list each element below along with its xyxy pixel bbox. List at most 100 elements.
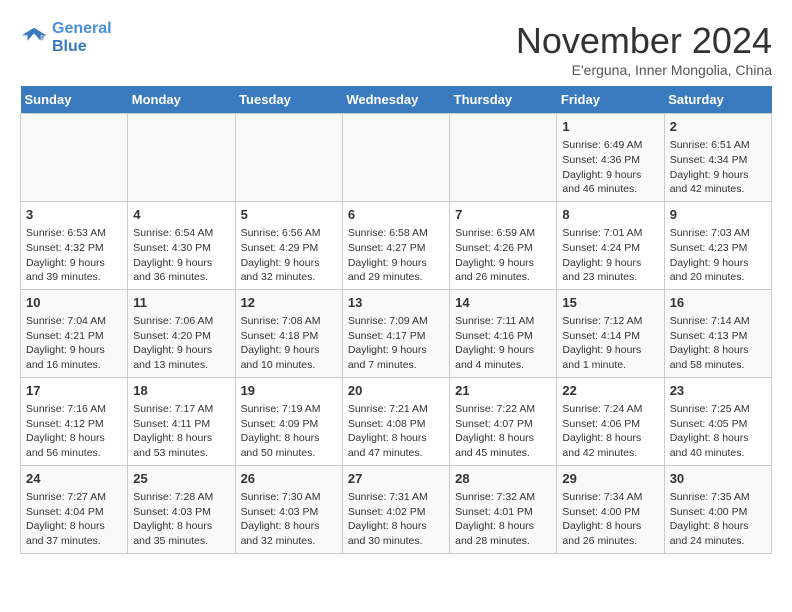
calendar-week-row: 24 Sunrise: 7:27 AM Sunset: 4:04 PM Dayli… [21, 465, 772, 553]
day-number: 27 [348, 470, 444, 488]
day-info: Sunrise: 6:56 AM Sunset: 4:29 PM Dayligh… [241, 226, 337, 285]
calendar-cell: 28 Sunrise: 7:32 AM Sunset: 4:01 PM Dayli… [450, 465, 557, 553]
calendar-cell: 10 Sunrise: 7:04 AM Sunset: 4:21 PM Dayli… [21, 289, 128, 377]
title-block: November 2024 E'erguna, Inner Mongolia, … [516, 20, 772, 78]
calendar-cell: 12 Sunrise: 7:08 AM Sunset: 4:18 PM Dayli… [235, 289, 342, 377]
calendar-cell: 13 Sunrise: 7:09 AM Sunset: 4:17 PM Dayli… [342, 289, 449, 377]
day-info: Sunrise: 6:59 AM Sunset: 4:26 PM Dayligh… [455, 226, 551, 285]
day-info: Sunrise: 6:53 AM Sunset: 4:32 PM Dayligh… [26, 226, 122, 285]
day-info: Sunrise: 7:24 AM Sunset: 4:06 PM Dayligh… [562, 402, 658, 461]
calendar-cell [128, 114, 235, 202]
calendar-week-row: 3 Sunrise: 6:53 AM Sunset: 4:32 PM Daylig… [21, 201, 772, 289]
day-info: Sunrise: 7:35 AM Sunset: 4:00 PM Dayligh… [670, 490, 766, 549]
calendar-cell: 25 Sunrise: 7:28 AM Sunset: 4:03 PM Dayli… [128, 465, 235, 553]
calendar-cell [342, 114, 449, 202]
calendar-cell: 9Sunrise: 7:03 AM Sunset: 4:23 PM Daylig… [664, 201, 771, 289]
day-info: Sunrise: 7:27 AM Sunset: 4:04 PM Dayligh… [26, 490, 122, 549]
column-header-thursday: Thursday [450, 86, 557, 114]
day-number: 23 [670, 382, 766, 400]
day-number: 10 [26, 294, 122, 312]
calendar-cell: 27 Sunrise: 7:31 AM Sunset: 4:02 PM Dayli… [342, 465, 449, 553]
logo-text: General Blue [52, 20, 112, 55]
day-number: 29 [562, 470, 658, 488]
day-number: 20 [348, 382, 444, 400]
day-info: Sunrise: 7:25 AM Sunset: 4:05 PM Dayligh… [670, 402, 766, 461]
day-number: 3 [26, 206, 122, 224]
day-info: Sunrise: 7:19 AM Sunset: 4:09 PM Dayligh… [241, 402, 337, 461]
day-number: 15 [562, 294, 658, 312]
calendar-table: SundayMondayTuesdayWednesdayThursdayFrid… [20, 86, 772, 554]
day-info: Sunrise: 7:08 AM Sunset: 4:18 PM Dayligh… [241, 314, 337, 373]
calendar-cell: 2Sunrise: 6:51 AM Sunset: 4:34 PM Daylig… [664, 114, 771, 202]
calendar-cell: 18 Sunrise: 7:17 AM Sunset: 4:11 PM Dayli… [128, 377, 235, 465]
day-number: 19 [241, 382, 337, 400]
column-header-sunday: Sunday [21, 86, 128, 114]
calendar-week-row: 17 Sunrise: 7:16 AM Sunset: 4:12 PM Dayli… [21, 377, 772, 465]
day-info: Sunrise: 7:03 AM Sunset: 4:23 PM Dayligh… [670, 226, 766, 285]
calendar-cell: 17 Sunrise: 7:16 AM Sunset: 4:12 PM Dayli… [21, 377, 128, 465]
day-info: Sunrise: 7:04 AM Sunset: 4:21 PM Dayligh… [26, 314, 122, 373]
day-info: Sunrise: 7:21 AM Sunset: 4:08 PM Dayligh… [348, 402, 444, 461]
day-info: Sunrise: 7:14 AM Sunset: 4:13 PM Dayligh… [670, 314, 766, 373]
day-number: 6 [348, 206, 444, 224]
location-subtitle: E'erguna, Inner Mongolia, China [516, 62, 772, 78]
calendar-cell: 11Sunrise: 7:06 AM Sunset: 4:20 PM Dayli… [128, 289, 235, 377]
day-info: Sunrise: 6:51 AM Sunset: 4:34 PM Dayligh… [670, 138, 766, 197]
day-number: 24 [26, 470, 122, 488]
calendar-cell: 30Sunrise: 7:35 AM Sunset: 4:00 PM Dayli… [664, 465, 771, 553]
day-number: 12 [241, 294, 337, 312]
day-info: Sunrise: 7:28 AM Sunset: 4:03 PM Dayligh… [133, 490, 229, 549]
day-info: Sunrise: 7:11 AM Sunset: 4:16 PM Dayligh… [455, 314, 551, 373]
column-header-wednesday: Wednesday [342, 86, 449, 114]
calendar-cell: 1Sunrise: 6:49 AM Sunset: 4:36 PM Daylig… [557, 114, 664, 202]
calendar-cell: 8 Sunrise: 7:01 AM Sunset: 4:24 PM Daylig… [557, 201, 664, 289]
column-header-tuesday: Tuesday [235, 86, 342, 114]
day-info: Sunrise: 6:58 AM Sunset: 4:27 PM Dayligh… [348, 226, 444, 285]
day-number: 16 [670, 294, 766, 312]
day-info: Sunrise: 7:32 AM Sunset: 4:01 PM Dayligh… [455, 490, 551, 549]
day-info: Sunrise: 7:34 AM Sunset: 4:00 PM Dayligh… [562, 490, 658, 549]
day-info: Sunrise: 6:54 AM Sunset: 4:30 PM Dayligh… [133, 226, 229, 285]
month-title: November 2024 [516, 20, 772, 62]
day-number: 17 [26, 382, 122, 400]
calendar-cell: 7 Sunrise: 6:59 AM Sunset: 4:26 PM Daylig… [450, 201, 557, 289]
calendar-cell: 23 Sunrise: 7:25 AM Sunset: 4:05 PM Dayli… [664, 377, 771, 465]
calendar-header-row: SundayMondayTuesdayWednesdayThursdayFrid… [21, 86, 772, 114]
day-info: Sunrise: 7:31 AM Sunset: 4:02 PM Dayligh… [348, 490, 444, 549]
day-number: 28 [455, 470, 551, 488]
day-number: 13 [348, 294, 444, 312]
calendar-cell [235, 114, 342, 202]
day-number: 22 [562, 382, 658, 400]
calendar-cell: 3 Sunrise: 6:53 AM Sunset: 4:32 PM Daylig… [21, 201, 128, 289]
calendar-cell: 6 Sunrise: 6:58 AM Sunset: 4:27 PM Daylig… [342, 201, 449, 289]
calendar-cell: 21Sunrise: 7:22 AM Sunset: 4:07 PM Dayli… [450, 377, 557, 465]
column-header-friday: Friday [557, 86, 664, 114]
calendar-cell: 24 Sunrise: 7:27 AM Sunset: 4:04 PM Dayli… [21, 465, 128, 553]
calendar-week-row: 10 Sunrise: 7:04 AM Sunset: 4:21 PM Dayli… [21, 289, 772, 377]
day-number: 25 [133, 470, 229, 488]
day-number: 4 [133, 206, 229, 224]
day-number: 8 [562, 206, 658, 224]
day-info: Sunrise: 7:30 AM Sunset: 4:03 PM Dayligh… [241, 490, 337, 549]
day-number: 21 [455, 382, 551, 400]
day-info: Sunrise: 7:01 AM Sunset: 4:24 PM Dayligh… [562, 226, 658, 285]
day-info: Sunrise: 7:09 AM Sunset: 4:17 PM Dayligh… [348, 314, 444, 373]
column-header-monday: Monday [128, 86, 235, 114]
calendar-cell [450, 114, 557, 202]
calendar-cell: 26Sunrise: 7:30 AM Sunset: 4:03 PM Dayli… [235, 465, 342, 553]
day-info: Sunrise: 7:12 AM Sunset: 4:14 PM Dayligh… [562, 314, 658, 373]
calendar-week-row: 1Sunrise: 6:49 AM Sunset: 4:36 PM Daylig… [21, 114, 772, 202]
calendar-cell: 16 Sunrise: 7:14 AM Sunset: 4:13 PM Dayli… [664, 289, 771, 377]
calendar-cell: 20 Sunrise: 7:21 AM Sunset: 4:08 PM Dayli… [342, 377, 449, 465]
calendar-cell: 29 Sunrise: 7:34 AM Sunset: 4:00 PM Dayli… [557, 465, 664, 553]
day-number: 18 [133, 382, 229, 400]
calendar-cell: 5Sunrise: 6:56 AM Sunset: 4:29 PM Daylig… [235, 201, 342, 289]
calendar-cell: 14Sunrise: 7:11 AM Sunset: 4:16 PM Dayli… [450, 289, 557, 377]
day-number: 11 [133, 294, 229, 312]
day-info: Sunrise: 7:16 AM Sunset: 4:12 PM Dayligh… [26, 402, 122, 461]
logo: General Blue [20, 20, 112, 55]
logo-icon [20, 24, 48, 52]
day-number: 7 [455, 206, 551, 224]
page-header: General Blue November 2024 E'erguna, Inn… [20, 20, 772, 78]
day-info: Sunrise: 7:17 AM Sunset: 4:11 PM Dayligh… [133, 402, 229, 461]
